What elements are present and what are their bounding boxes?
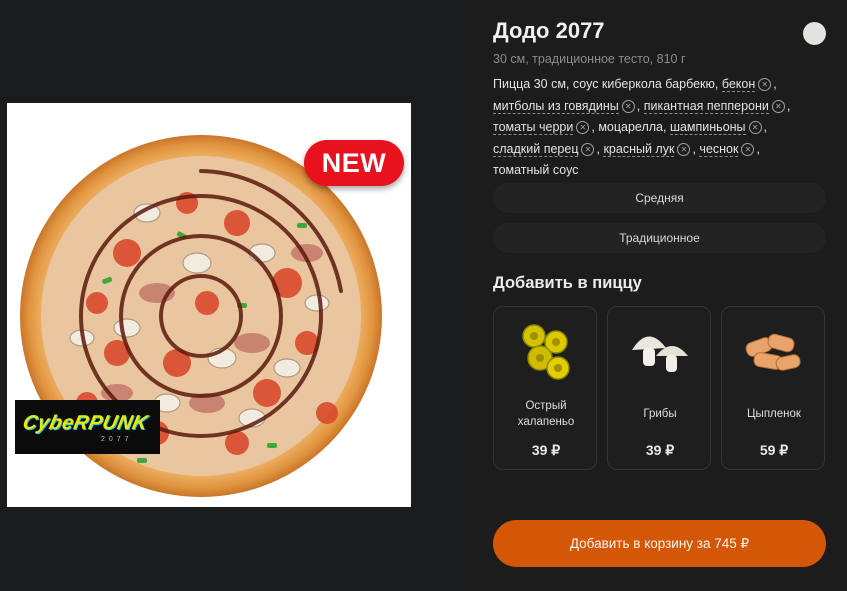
separator: , bbox=[786, 98, 791, 113]
ingredient-meatballs[interactable]: митболы из говядины bbox=[493, 98, 619, 114]
addon-card-jalapeno[interactable]: Острый халапеньо 39 ₽ bbox=[493, 306, 597, 470]
remove-ingredient-icon[interactable]: ✕ bbox=[748, 121, 762, 135]
dough-option[interactable]: Традиционное bbox=[493, 223, 826, 253]
addon-card-mushrooms[interactable]: Грибы 39 ₽ bbox=[607, 306, 711, 470]
remove-ingredient-icon[interactable]: ✕ bbox=[771, 99, 785, 113]
ingredient-red-onion[interactable]: красный лук bbox=[603, 141, 675, 157]
details-pane: Додо 2077 30 см, традиционное тесто, 810… bbox=[474, 0, 847, 591]
ingredient-text: томатный соус bbox=[493, 163, 579, 177]
addons-title: Добавить в пиццу bbox=[493, 274, 642, 292]
product-subtitle: 30 см, традиционное тесто, 810 г bbox=[493, 52, 686, 66]
ingredient-cherry-tomatoes[interactable]: томаты черри bbox=[493, 120, 574, 135]
mushroom-icon bbox=[632, 336, 688, 372]
cyberpunk-logo-text: CybeRPUNK bbox=[20, 412, 150, 434]
cyberpunk-logo-year: 2077 bbox=[101, 436, 133, 443]
size-option[interactable]: Средняя bbox=[493, 183, 826, 213]
jalapeno-icon bbox=[522, 324, 570, 380]
remove-ingredient-icon[interactable]: ✕ bbox=[621, 99, 635, 113]
addon-name: Цыпленок bbox=[747, 408, 801, 420]
new-badge: NEW bbox=[304, 140, 404, 186]
ingredient-mushrooms[interactable]: шампиньоны bbox=[669, 120, 746, 135]
chicken-icon bbox=[745, 333, 801, 371]
remove-ingredient-icon[interactable]: ✕ bbox=[741, 142, 755, 156]
image-pane: NEW CybeRPUNK 2077 bbox=[0, 0, 474, 591]
info-icon[interactable] bbox=[803, 22, 826, 45]
ingredient-list: Пицца 30 см, соус киберкола барбекю, бек… bbox=[493, 74, 833, 182]
pizza-image: NEW CybeRPUNK 2077 bbox=[7, 103, 411, 507]
addon-card-chicken[interactable]: Цыпленок 59 ₽ bbox=[721, 306, 825, 470]
separator: , bbox=[763, 120, 768, 134]
separator: , bbox=[773, 77, 777, 91]
add-to-cart-button[interactable]: Добавить в корзину за 745 ₽ bbox=[493, 520, 826, 567]
separator: , bbox=[636, 98, 641, 113]
ingredient-text: Пицца 30 см, соус киберкола барбекю, bbox=[493, 77, 722, 91]
product-title: Додо 2077 bbox=[493, 18, 605, 43]
addon-name: Грибы bbox=[643, 408, 677, 420]
remove-ingredient-icon[interactable]: ✕ bbox=[677, 142, 691, 156]
addon-price: 39 ₽ bbox=[531, 442, 561, 458]
remove-ingredient-icon[interactable]: ✕ bbox=[576, 121, 590, 135]
remove-ingredient-icon[interactable]: ✕ bbox=[581, 142, 595, 156]
ingredient-pepperoni[interactable]: пикантная пепперони bbox=[643, 98, 769, 114]
separator: , bbox=[692, 141, 696, 156]
separator: , bbox=[756, 141, 760, 156]
ingredient-sweet-pepper[interactable]: сладкий перец bbox=[493, 141, 579, 157]
addon-name: Острый халапеньо bbox=[517, 400, 575, 428]
cyberpunk-logo: CybeRPUNK 2077 bbox=[15, 400, 160, 454]
separator: , bbox=[596, 141, 600, 156]
addon-price: 59 ₽ bbox=[759, 442, 789, 458]
ingredient-text: моцарелла, bbox=[598, 120, 670, 134]
ingredient-bacon[interactable]: бекон bbox=[721, 77, 756, 92]
remove-ingredient-icon[interactable]: ✕ bbox=[758, 78, 772, 92]
separator: , bbox=[591, 120, 595, 134]
addon-price: 39 ₽ bbox=[645, 442, 675, 458]
ingredient-garlic[interactable]: чеснок bbox=[699, 141, 739, 157]
